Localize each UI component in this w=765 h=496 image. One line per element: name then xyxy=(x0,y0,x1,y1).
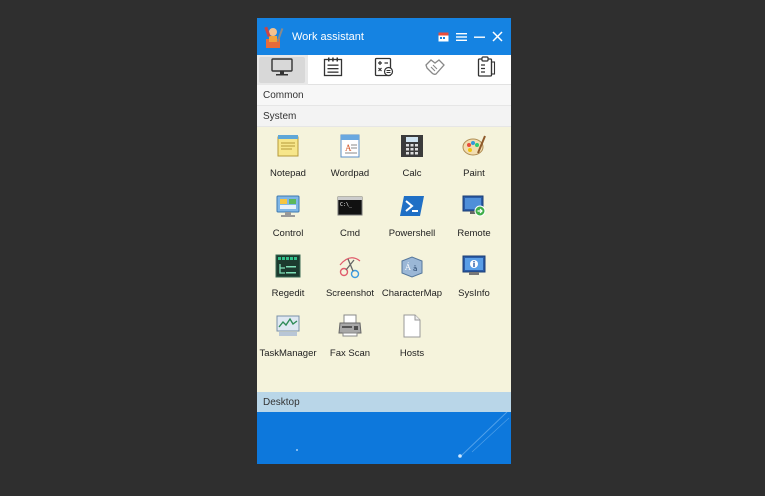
app-label: Screenshot xyxy=(325,288,375,299)
tab-tools[interactable] xyxy=(409,55,460,85)
app-hosts[interactable]: Hosts xyxy=(381,313,443,360)
fax-scanner-icon xyxy=(337,313,363,339)
character-map-icon: Á ä xyxy=(399,253,425,279)
desktop-wallpaper-lines xyxy=(296,412,510,458)
tab-system[interactable] xyxy=(257,54,308,85)
title-bar[interactable]: Work assistant xyxy=(257,18,511,55)
svg-text:ä: ä xyxy=(413,265,417,273)
app-label: Regedit xyxy=(271,288,305,299)
app-wordpad[interactable]: A Wordpad xyxy=(319,133,381,180)
app-label: SysInfo xyxy=(458,288,490,299)
control-panel-icon xyxy=(275,193,301,219)
svg-text:A: A xyxy=(345,143,352,153)
tab-bar xyxy=(257,54,511,85)
section-system[interactable]: System xyxy=(257,106,511,127)
app-label: Control xyxy=(272,228,304,239)
app-grid: Notepad A Wordpad Calc Paint Control C:\… xyxy=(257,127,511,392)
app-paint[interactable]: Paint xyxy=(443,133,505,180)
notepad-icon xyxy=(275,133,301,159)
app-remote[interactable]: Remote xyxy=(443,193,505,240)
system-info-icon xyxy=(461,253,487,279)
app-taskmanager[interactable]: TaskManager xyxy=(257,313,319,360)
command-prompt-icon: C:\_ xyxy=(337,193,363,219)
app-label: Powershell xyxy=(388,228,436,239)
app-label: Cmd xyxy=(339,228,361,239)
app-label: TaskManager xyxy=(259,348,317,359)
app-control[interactable]: Control xyxy=(257,193,319,240)
tab-clipboard[interactable] xyxy=(460,55,511,85)
app-faxscan[interactable]: Fax Scan xyxy=(319,313,381,360)
monitor-icon xyxy=(271,58,294,81)
tools-figure-icon xyxy=(264,25,286,49)
app-cmd[interactable]: C:\_ Cmd xyxy=(319,193,381,240)
svg-text:Á: Á xyxy=(404,263,411,272)
registry-editor-icon xyxy=(275,253,301,279)
svg-text:C:\_: C:\_ xyxy=(340,202,353,208)
scissors-icon xyxy=(337,253,363,279)
app-charactermap[interactable]: Á ä CharacterMap xyxy=(381,253,443,300)
app-label: Calc xyxy=(402,168,422,179)
app-powershell[interactable]: Powershell xyxy=(381,193,443,240)
section-desktop[interactable]: Desktop xyxy=(257,392,511,412)
calculator-doc-icon xyxy=(374,57,394,82)
app-label: Hosts xyxy=(399,348,425,359)
section-common[interactable]: Common xyxy=(257,85,511,106)
desktop-area xyxy=(257,412,511,464)
app-label: Remote xyxy=(457,228,491,239)
tab-calculator[interactable] xyxy=(359,55,410,85)
clipboard-checklist-icon xyxy=(476,56,496,83)
powershell-icon xyxy=(399,193,425,219)
hamburger-menu-icon[interactable] xyxy=(453,28,470,45)
app-calc[interactable]: Calc xyxy=(381,133,443,180)
window-title: Work assistant xyxy=(292,30,364,43)
tab-notes[interactable] xyxy=(308,55,359,85)
app-label: Wordpad xyxy=(330,168,370,179)
notes-list-icon xyxy=(323,57,343,82)
app-screenshot[interactable]: Screenshot xyxy=(319,253,381,300)
work-assistant-window: Work assistant Common System Notepad A W… xyxy=(257,18,511,464)
handshake-icon xyxy=(424,57,446,82)
wordpad-icon: A xyxy=(337,133,363,159)
app-label: Paint xyxy=(463,168,485,179)
blank-file-icon xyxy=(399,313,425,339)
app-label: Notepad xyxy=(270,168,306,179)
paint-palette-icon xyxy=(461,133,487,159)
app-sysinfo[interactable]: SysInfo xyxy=(443,253,505,300)
app-label: CharacterMap xyxy=(381,288,443,299)
remote-desktop-icon xyxy=(461,193,487,219)
app-notepad[interactable]: Notepad xyxy=(257,133,319,180)
calendar-icon[interactable] xyxy=(435,28,452,45)
minimize-icon[interactable] xyxy=(471,28,488,45)
calculator-icon xyxy=(399,133,425,159)
app-label: Fax Scan xyxy=(329,348,371,359)
app-regedit[interactable]: Regedit xyxy=(257,253,319,300)
task-manager-icon xyxy=(275,313,301,339)
close-icon[interactable] xyxy=(489,28,506,45)
